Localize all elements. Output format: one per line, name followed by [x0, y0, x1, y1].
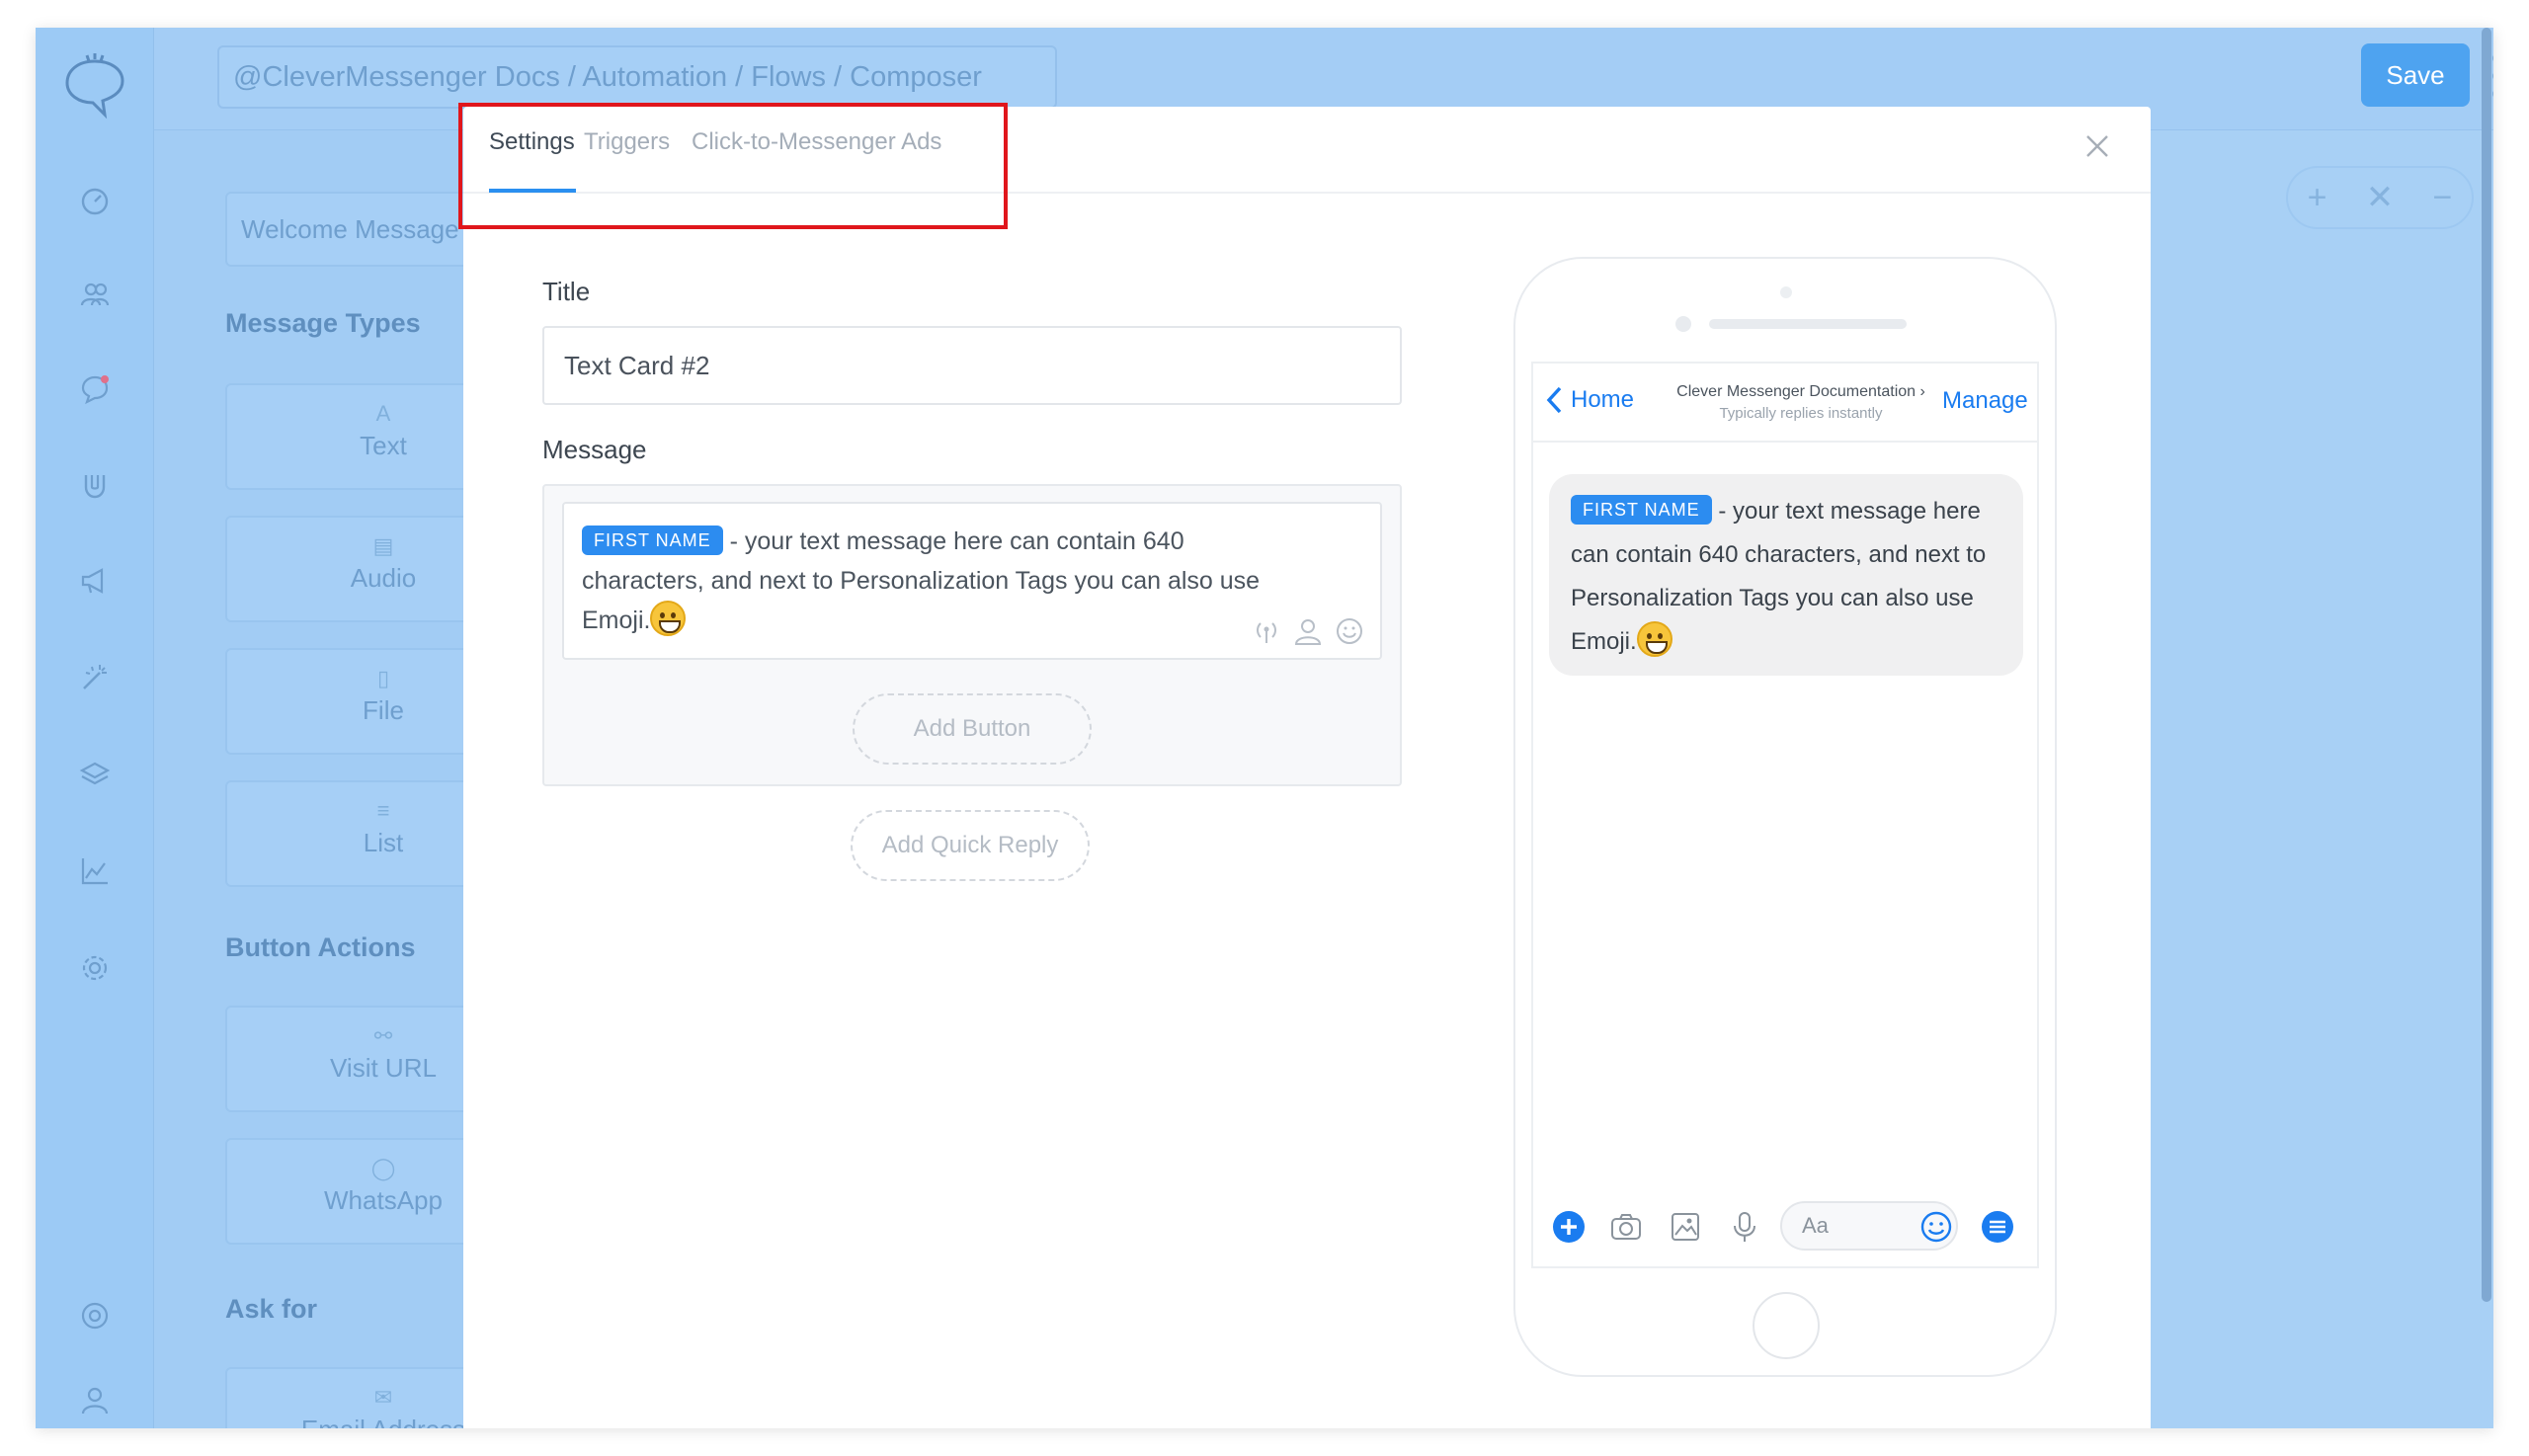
megaphone-icon[interactable]	[75, 561, 115, 601]
title-input[interactable]	[542, 326, 1402, 405]
logo-icon[interactable]	[59, 49, 130, 121]
page-scrollbar[interactable]	[2482, 28, 2491, 1302]
phone-camera	[1780, 286, 1792, 298]
preview-grinning-emoji-icon	[1636, 621, 1672, 657]
phone-preview: Home Clever Messenger Documentation › Ty…	[1513, 257, 2057, 1377]
home-link[interactable]: Home	[1545, 385, 1634, 415]
link-icon: ⚯	[373, 1023, 393, 1048]
messenger-header: Home Clever Messenger Documentation › Ty…	[1533, 364, 2037, 443]
message-textarea[interactable]: FIRST NAME - your text message here can …	[562, 502, 1382, 660]
button-actions-heading: Button Actions	[225, 932, 416, 962]
phone-home-button	[1753, 1292, 1820, 1359]
microphone-icon[interactable]	[1727, 1209, 1762, 1245]
account-icon[interactable]	[75, 1381, 115, 1420]
preview-personalization-tag: FIRST NAME	[1571, 495, 1712, 525]
zoom-controls: + ✕ −	[2286, 166, 2474, 229]
message-tools	[1252, 616, 1364, 646]
analytics-icon[interactable]	[75, 851, 115, 891]
composer-emoji-icon[interactable]	[1918, 1209, 1954, 1245]
users-icon[interactable]	[75, 275, 115, 314]
menu-circle-icon[interactable]	[1980, 1209, 2015, 1245]
chat-icon[interactable]	[75, 369, 115, 409]
settings-gear-icon[interactable]	[75, 948, 115, 988]
help-lifebuoy-icon[interactable]	[75, 1296, 115, 1335]
zoom-out-icon[interactable]: −	[2432, 181, 2452, 214]
envelope-icon: ✉	[373, 1385, 393, 1410]
message-bubble: FIRST NAME - your text message here can …	[1549, 474, 2023, 676]
text-icon: A	[375, 401, 391, 426]
chevron-right-icon: ›	[1919, 383, 1925, 400]
settings-modal: Settings Triggers Click-to-Messenger Ads…	[463, 107, 2151, 1428]
app-window: @CleverMessenger Docs / Automation / Flo…	[36, 28, 2493, 1428]
save-button[interactable]: Save	[2361, 43, 2470, 107]
broadcast-icon[interactable]	[1252, 616, 1281, 646]
message-label: Message	[542, 435, 647, 464]
personalization-tag[interactable]: FIRST NAME	[582, 526, 723, 555]
page-name: Clever Messenger Documentation ›	[1676, 383, 1925, 400]
image-icon[interactable]	[1668, 1209, 1703, 1245]
left-rail	[36, 28, 154, 1428]
dashboard-icon[interactable]	[75, 180, 115, 219]
phone-sensor	[1675, 316, 1691, 332]
plus-circle-icon[interactable]	[1551, 1209, 1587, 1245]
personalization-user-icon[interactable]	[1293, 616, 1323, 646]
breadcrumb[interactable]: @CleverMessenger Docs / Automation / Flo…	[217, 45, 1057, 109]
ask-for-heading: Ask for	[225, 1294, 318, 1324]
messenger-composer: Aa	[1533, 1187, 2037, 1266]
manage-link[interactable]: Manage	[1942, 387, 2028, 415]
grinning-emoji-icon	[650, 601, 687, 636]
whatsapp-icon: ◯	[370, 1156, 396, 1180]
file-icon: ▯	[376, 666, 390, 690]
layers-icon[interactable]	[75, 755, 115, 794]
title-label: Title	[542, 277, 591, 306]
chevron-left-icon	[1546, 386, 1562, 414]
close-icon[interactable]	[2083, 132, 2111, 160]
message-types-heading: Message Types	[225, 308, 421, 338]
list-icon: ≡	[376, 798, 390, 823]
magnet-icon[interactable]	[75, 466, 115, 506]
page-status: Typically replies instantly	[1719, 405, 1883, 422]
add-button[interactable]: Add Button	[853, 693, 1092, 765]
add-quick-reply-button[interactable]: Add Quick Reply	[851, 810, 1090, 881]
messenger-screen: Home Clever Messenger Documentation › Ty…	[1531, 362, 2039, 1268]
audio-file-icon: ▤	[372, 533, 394, 558]
zoom-in-icon[interactable]: +	[2308, 181, 2327, 214]
phone-speaker	[1709, 319, 1907, 329]
fit-view-icon[interactable]: ✕	[2366, 181, 2395, 214]
emoji-picker-icon[interactable]	[1335, 616, 1364, 646]
message-editor: FIRST NAME - your text message here can …	[542, 484, 1402, 786]
tabs-highlight-box	[458, 103, 1008, 229]
camera-icon[interactable]	[1608, 1209, 1644, 1245]
magic-wand-icon[interactable]	[75, 658, 115, 697]
